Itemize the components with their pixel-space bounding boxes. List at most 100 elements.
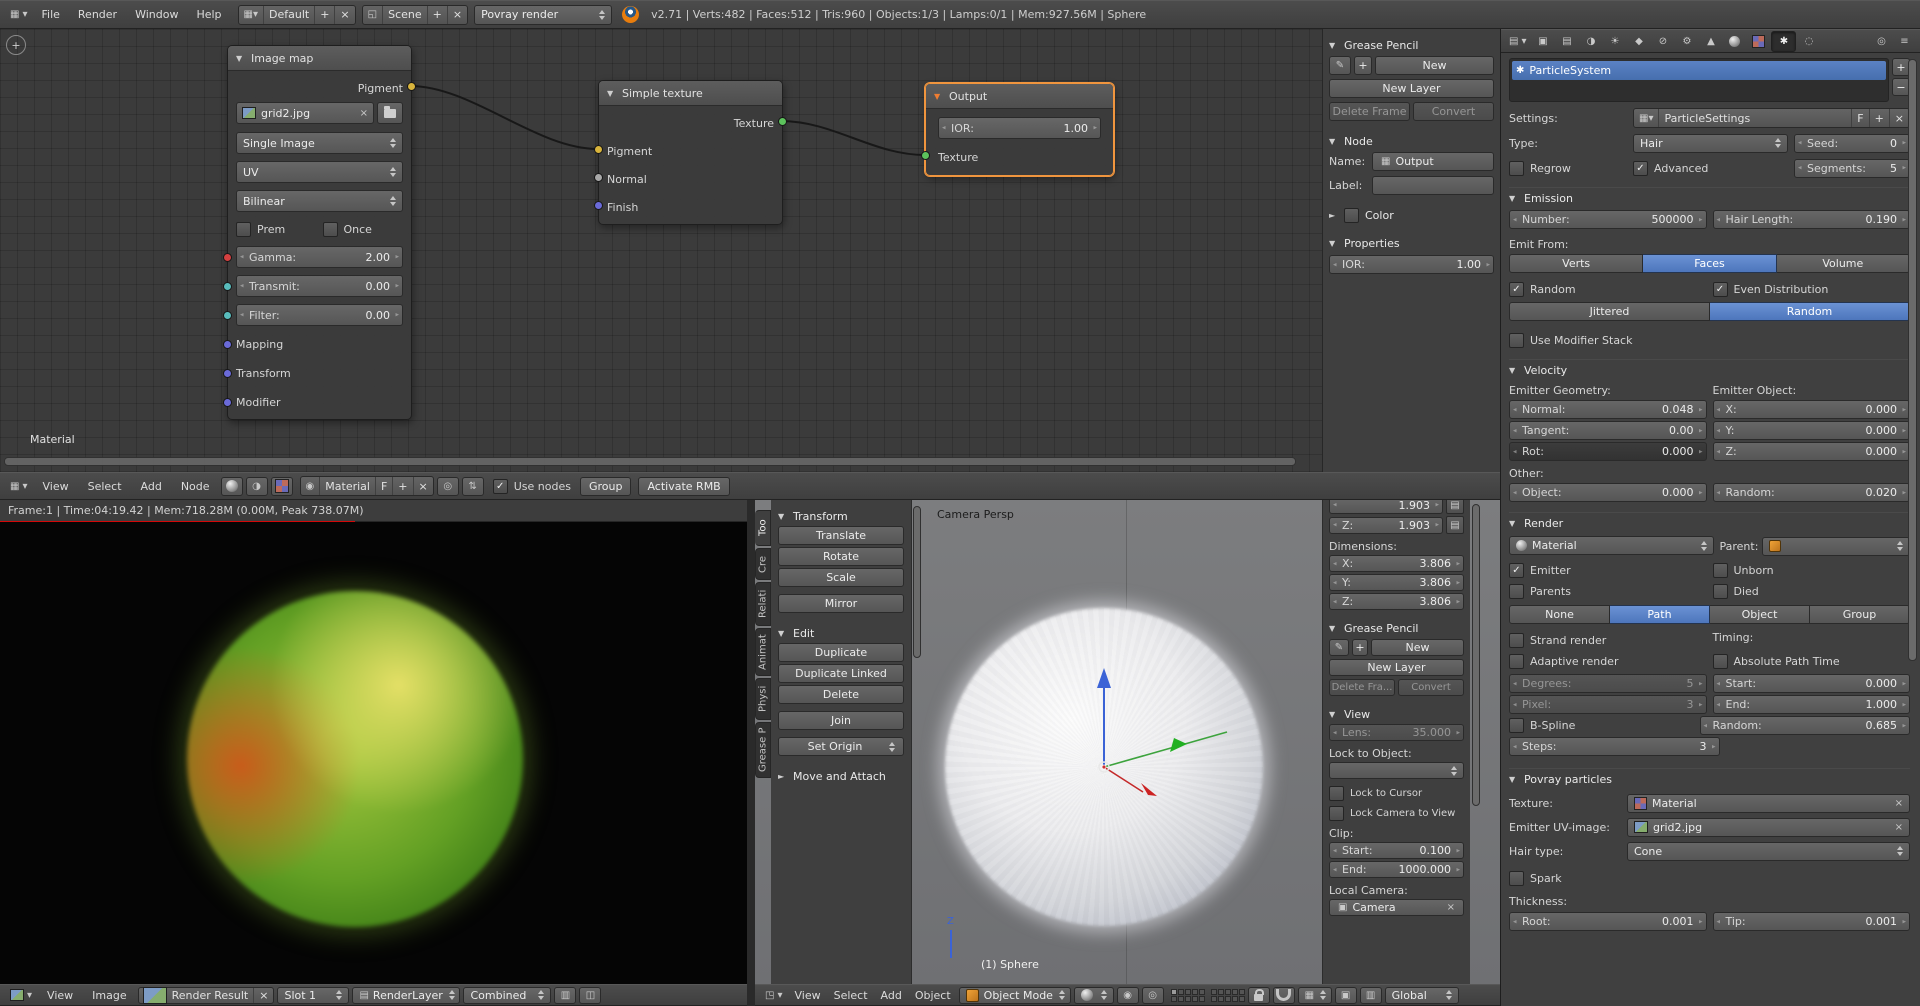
- menu-view[interactable]: View: [39, 987, 81, 1004]
- join-button[interactable]: Join: [778, 711, 904, 730]
- modifier-input-socket[interactable]: [223, 398, 232, 407]
- lens-field[interactable]: Lens:35.000: [1329, 724, 1464, 741]
- parent-field[interactable]: [1762, 537, 1910, 556]
- add-layout-button[interactable]: +: [314, 6, 334, 24]
- menu-object[interactable]: Object: [910, 987, 956, 1004]
- view-panel-header[interactable]: ▼View: [1329, 704, 1464, 724]
- povray-texture-dropdown[interactable]: Material×: [1627, 794, 1910, 813]
- finish-input-socket[interactable]: [594, 201, 603, 210]
- velocity-y-field[interactable]: Y:0.000: [1713, 421, 1911, 440]
- material-datablock-selector[interactable]: ◉ Material F + ×: [300, 476, 434, 496]
- link-texture[interactable]: [781, 121, 925, 155]
- spark-checkbox[interactable]: Spark: [1509, 869, 1910, 887]
- menu-view[interactable]: View: [34, 478, 76, 495]
- lock-camera-checkbox[interactable]: Lock Camera to View: [1329, 805, 1464, 821]
- screen-layout-selector[interactable]: ▦▾ Default + ×: [238, 5, 356, 25]
- seed-field[interactable]: Seed:0: [1794, 134, 1910, 153]
- add-settings-button[interactable]: +: [1869, 109, 1889, 127]
- node-image-map[interactable]: ▼ Image map Pigment grid2.jpg × Single I…: [227, 45, 412, 420]
- interpolation-dropdown[interactable]: Bilinear: [236, 190, 403, 212]
- texture-input-socket[interactable]: [921, 151, 930, 160]
- menu-select[interactable]: Select: [80, 478, 130, 495]
- distribution-random[interactable]: Random: [1710, 302, 1910, 321]
- tab-world[interactable]: ☀: [1603, 32, 1626, 51]
- povray-particles-panel-header[interactable]: ▼Povray particles: [1509, 768, 1910, 789]
- sidebar-ior-field[interactable]: IOR:1.00: [1329, 255, 1494, 274]
- tab-create[interactable]: Cre: [755, 548, 771, 580]
- editor-type-button[interactable]: ▦▾: [6, 8, 31, 21]
- unlink-settings-button[interactable]: ×: [1889, 109, 1909, 127]
- draw-pencil-button[interactable]: ✎: [1329, 56, 1351, 75]
- material-name[interactable]: Material: [319, 477, 375, 495]
- editor-type-button[interactable]: ▤▾: [1505, 35, 1530, 48]
- dim-z-field[interactable]: Z:3.806: [1329, 593, 1464, 610]
- pigment-output-socket[interactable]: [407, 82, 416, 91]
- render-opengl-button[interactable]: ▣: [1335, 987, 1357, 1004]
- tab-material[interactable]: [1723, 32, 1746, 51]
- velocity-normal-field[interactable]: Normal:0.048: [1509, 400, 1707, 419]
- gamma-input-socket[interactable]: [223, 253, 232, 262]
- tab-object-data[interactable]: ▲: [1699, 32, 1722, 51]
- tab-render-layers[interactable]: ▤: [1555, 32, 1578, 51]
- emission-panel-header[interactable]: ▼Emission: [1509, 187, 1910, 208]
- once-checkbox[interactable]: Once: [323, 219, 404, 239]
- image-source-dropdown[interactable]: Single Image: [236, 132, 403, 154]
- scale-button[interactable]: Scale: [778, 568, 904, 587]
- fake-user-button[interactable]: F: [375, 477, 392, 495]
- lock-to-object-field[interactable]: [1329, 762, 1464, 779]
- sidebar-scrollbar[interactable]: [1472, 504, 1480, 806]
- absolute-path-time-checkbox[interactable]: Absolute Path Time: [1713, 652, 1911, 670]
- menu-view[interactable]: View: [789, 987, 825, 1004]
- activate-rmb-button[interactable]: Activate RMB: [638, 477, 729, 496]
- node-panel-header[interactable]: ▼Node: [1329, 131, 1494, 151]
- path-random-field[interactable]: Random:0.685: [1700, 716, 1911, 735]
- type-dropdown[interactable]: Hair: [1633, 134, 1788, 153]
- unlink-image-button[interactable]: ×: [253, 988, 273, 1003]
- open-image-button[interactable]: [377, 102, 403, 124]
- unlink-image-icon[interactable]: ×: [1895, 822, 1903, 833]
- emitter-uv-image-field[interactable]: grid2.jpg×: [1627, 818, 1910, 837]
- render-opengl-anim-button[interactable]: ▥: [1360, 987, 1382, 1004]
- steps-field[interactable]: Steps:3: [1509, 737, 1720, 756]
- node-output[interactable]: ▼ Output IOR:1.00 Texture: [925, 83, 1114, 176]
- properties-panel-header[interactable]: ▼Properties: [1329, 233, 1494, 253]
- grease-pencil-new-button[interactable]: New: [1375, 56, 1494, 75]
- b-spline-checkbox[interactable]: B-Spline: [1509, 716, 1694, 735]
- velocity-object-field[interactable]: Object:0.000: [1509, 483, 1707, 502]
- strand-render-checkbox[interactable]: Strand render: [1509, 631, 1707, 649]
- render-type-object[interactable]: Object: [1710, 605, 1810, 624]
- fake-user-button[interactable]: F: [1851, 109, 1868, 127]
- editor-type-button[interactable]: ◳▾: [761, 989, 786, 1002]
- collapse-triangle-icon[interactable]: ▼: [607, 89, 616, 98]
- menu-window[interactable]: Window: [127, 6, 186, 23]
- pivot-center-button[interactable]: ◉: [1117, 987, 1139, 1004]
- menu-file[interactable]: File: [33, 6, 67, 23]
- local-camera-field[interactable]: ▣Camera×: [1329, 899, 1464, 916]
- tab-object[interactable]: ◆: [1627, 32, 1650, 51]
- tab-relations[interactable]: Relati: [755, 582, 771, 626]
- slot-dropdown[interactable]: Slot 1: [277, 987, 349, 1004]
- tab-animation[interactable]: Animat: [755, 628, 771, 676]
- emitter-checkbox[interactable]: Emitter: [1509, 561, 1707, 579]
- segments-field[interactable]: Segments:5: [1794, 159, 1910, 178]
- render-layer-dropdown[interactable]: ▤RenderLayer: [352, 987, 460, 1004]
- texture-output-socket[interactable]: [778, 117, 787, 126]
- velocity-tangent-field[interactable]: Tangent:0.00: [1509, 421, 1707, 440]
- velocity-random-field[interactable]: Random:0.020: [1713, 483, 1911, 502]
- color-enable-checkbox[interactable]: [1344, 208, 1359, 223]
- root-field[interactable]: Root:0.001: [1509, 912, 1707, 931]
- particle-system-list-item[interactable]: ✱ ParticleSystem: [1512, 61, 1886, 80]
- orientation-dropdown[interactable]: Global: [1385, 987, 1459, 1004]
- unlink-texture-icon[interactable]: ×: [1895, 798, 1903, 809]
- render-type-group[interactable]: Group: [1810, 605, 1910, 624]
- unlink-material-button[interactable]: ×: [413, 477, 433, 495]
- render-type-path[interactable]: Path: [1610, 605, 1710, 624]
- dim-x-field[interactable]: X:3.806: [1329, 555, 1464, 572]
- shader-type-texture-button[interactable]: [271, 477, 293, 496]
- velocity-panel-header[interactable]: ▼Velocity: [1509, 359, 1910, 380]
- filter-field[interactable]: Filter:0.00: [236, 304, 403, 326]
- tab-texture[interactable]: [1747, 32, 1770, 51]
- snap-element-dropdown[interactable]: ▦: [1298, 987, 1332, 1004]
- gamma-field[interactable]: Gamma:2.00: [236, 246, 403, 268]
- add-pencil-layer-button[interactable]: +: [1354, 56, 1372, 75]
